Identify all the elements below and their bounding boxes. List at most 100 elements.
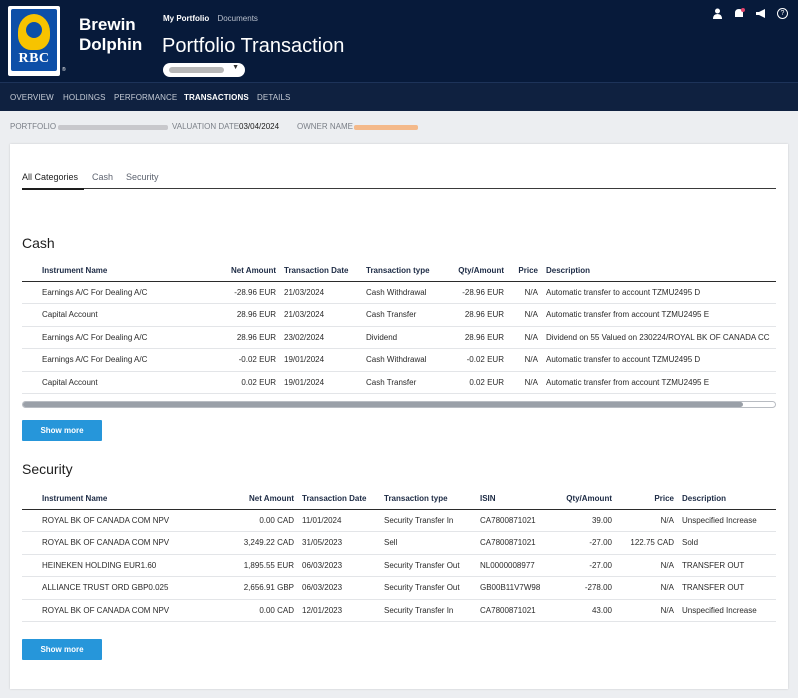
table-row[interactable]: HEINEKEN HOLDING EUR1.60 1,895.55 EUR 06…: [22, 554, 776, 577]
tab-overview[interactable]: OVERVIEW: [10, 93, 54, 102]
cell-date: 23/02/2024: [280, 326, 362, 349]
security-show-more-button[interactable]: Show more: [22, 639, 102, 660]
cell-date: 11/01/2024: [298, 509, 380, 532]
col-net-amount[interactable]: Net Amount: [200, 261, 280, 282]
table-row[interactable]: Capital Account 28.96 EUR 21/03/2024 Cas…: [22, 303, 776, 327]
cell-description: Automatic transfer to account TZMU2495 D: [542, 348, 776, 372]
cell-type: Security Transfer In: [380, 509, 476, 532]
cash-table-header: Instrument Name Net Amount Transaction D…: [22, 261, 776, 282]
security-table: Instrument Name Net Amount Transaction D…: [22, 489, 776, 622]
registered-mark: ®: [62, 67, 66, 73]
cell-price: N/A: [508, 348, 542, 372]
brand-name: Brewin Dolphin: [79, 15, 142, 55]
portfolio-label: PORTFOLIO: [10, 122, 57, 131]
cell-type: Security Transfer Out: [380, 554, 476, 577]
col-transaction-type[interactable]: Transaction type: [362, 261, 442, 282]
cell-qty: -0.02 EUR: [442, 348, 508, 372]
col-instrument-name[interactable]: Instrument Name: [22, 489, 218, 510]
table-row[interactable]: Earnings A/C For Dealing A/C -28.96 EUR …: [22, 281, 776, 304]
rbc-logo[interactable]: RBC: [8, 6, 60, 76]
chevron-down-icon: ▼: [232, 64, 239, 71]
tab-holdings[interactable]: HOLDINGS: [63, 93, 106, 102]
cell-description: TRANSFER OUT: [678, 576, 776, 600]
col-transaction-date[interactable]: Transaction Date: [280, 261, 362, 282]
table-row[interactable]: ROYAL BK OF CANADA COM NPV 0.00 CAD 12/0…: [22, 599, 776, 622]
table-row[interactable]: ROYAL BK OF CANADA COM NPV 3,249.22 CAD …: [22, 531, 776, 555]
cell-net-amount: -0.02 EUR: [200, 348, 280, 372]
nav-my-portfolio[interactable]: My Portfolio: [163, 14, 209, 23]
cell-price: N/A: [508, 326, 542, 349]
cell-type: Sell: [380, 531, 476, 555]
table-row[interactable]: Earnings A/C For Dealing A/C 28.96 EUR 2…: [22, 326, 776, 349]
redacted-portfolio-id: [58, 125, 168, 130]
table-row[interactable]: Capital Account 0.02 EUR 19/01/2024 Cash…: [22, 371, 776, 394]
transactions-card: All Categories Cash Security Cash Instru…: [10, 144, 788, 689]
cell-type: Cash Withdrawal: [362, 348, 442, 372]
lion-icon: [18, 14, 50, 50]
tab-transactions[interactable]: TRANSACTIONS: [184, 93, 249, 102]
tab-security[interactable]: Security: [126, 172, 159, 182]
cash-show-more-button[interactable]: Show more: [22, 420, 102, 441]
cell-date: 06/03/2023: [298, 576, 380, 600]
portfolio-selector[interactable]: ▼: [163, 63, 245, 77]
brand-line-1: Brewin: [79, 15, 136, 34]
cell-instrument: Earnings A/C For Dealing A/C: [22, 281, 200, 304]
tab-cash[interactable]: Cash: [92, 172, 113, 182]
cell-description: Unspecified Increase: [678, 599, 776, 622]
cash-table: Instrument Name Net Amount Transaction D…: [22, 261, 776, 394]
table-row[interactable]: ROYAL BK OF CANADA COM NPV 0.00 CAD 11/0…: [22, 509, 776, 532]
col-isin[interactable]: ISIN: [476, 489, 552, 510]
cell-net-amount: 0.00 CAD: [218, 509, 298, 532]
col-transaction-type[interactable]: Transaction type: [380, 489, 476, 510]
cell-net-amount: 28.96 EUR: [200, 326, 280, 349]
cell-qty: -278.00: [552, 576, 616, 600]
tab-details[interactable]: DETAILS: [257, 93, 290, 102]
col-price[interactable]: Price: [508, 261, 542, 282]
tab-all-categories[interactable]: All Categories: [22, 172, 78, 182]
help-icon[interactable]: ?: [777, 8, 788, 19]
user-icon[interactable]: [712, 8, 723, 22]
active-tab-indicator: [22, 188, 84, 190]
cell-price: N/A: [616, 599, 678, 622]
table-row[interactable]: ALLIANCE TRUST ORD GBP0.025 2,656.91 GBP…: [22, 576, 776, 600]
cell-price: N/A: [616, 509, 678, 532]
col-instrument-name[interactable]: Instrument Name: [22, 261, 200, 282]
cell-net-amount: 3,249.22 CAD: [218, 531, 298, 555]
cell-type: Cash Withdrawal: [362, 281, 442, 304]
section-nav: OVERVIEW HOLDINGS PERFORMANCE TRANSACTIO…: [0, 82, 798, 111]
header-icons: ?: [712, 8, 788, 22]
top-nav: My Portfolio Documents: [163, 14, 264, 23]
cell-description: Dividend on 55 Valued on 230224/ROYAL BK…: [542, 326, 776, 349]
col-transaction-date[interactable]: Transaction Date: [298, 489, 380, 510]
rbc-shield-icon: RBC: [11, 9, 57, 71]
cell-qty: 43.00: [552, 599, 616, 622]
cell-description: Automatic transfer from account TZMU2495…: [542, 303, 776, 327]
cell-isin: GB00B11V7W98: [476, 576, 552, 600]
cell-instrument: ROYAL BK OF CANADA COM NPV: [22, 509, 218, 532]
cell-description: Automatic transfer to account TZMU2495 D: [542, 281, 776, 304]
cell-price: N/A: [508, 371, 542, 394]
page-title: Portfolio Transaction: [162, 35, 345, 57]
megaphone-icon[interactable]: [755, 8, 767, 22]
col-qty-amount[interactable]: Qty/Amount: [552, 489, 616, 510]
notification-bell-icon[interactable]: [733, 8, 745, 22]
cell-date: 19/01/2024: [280, 348, 362, 372]
scrollbar-thumb[interactable]: [23, 402, 743, 407]
cell-description: TRANSFER OUT: [678, 554, 776, 577]
cell-date: 21/03/2024: [280, 281, 362, 304]
cell-qty: 0.02 EUR: [442, 371, 508, 394]
cell-net-amount: 2,656.91 GBP: [218, 576, 298, 600]
col-price[interactable]: Price: [616, 489, 678, 510]
col-description[interactable]: Description: [542, 261, 776, 282]
nav-documents[interactable]: Documents: [217, 14, 257, 23]
col-description[interactable]: Description: [678, 489, 776, 510]
valuation-date-label: VALUATION DATE: [172, 122, 240, 131]
cell-isin: CA7800871021: [476, 531, 552, 555]
table-row[interactable]: Earnings A/C For Dealing A/C -0.02 EUR 1…: [22, 348, 776, 372]
cash-table-scrollbar[interactable]: [22, 401, 776, 408]
tab-performance[interactable]: PERFORMANCE: [114, 93, 177, 102]
col-qty-amount[interactable]: Qty/Amount: [442, 261, 508, 282]
col-net-amount[interactable]: Net Amount: [218, 489, 298, 510]
cell-price: N/A: [616, 554, 678, 577]
cell-price: N/A: [508, 303, 542, 327]
